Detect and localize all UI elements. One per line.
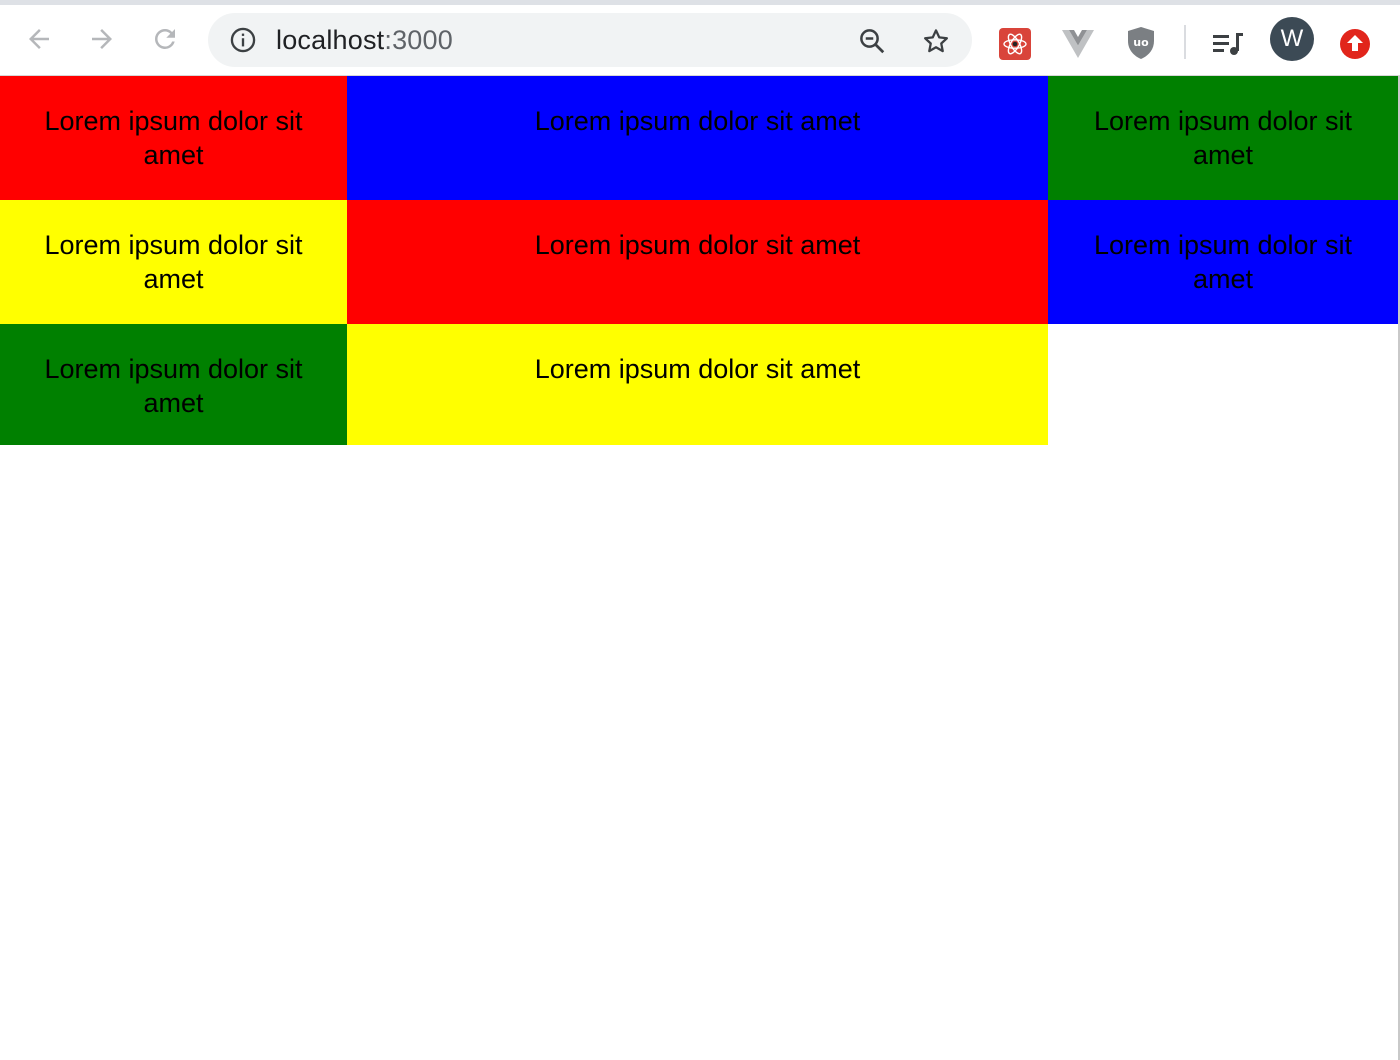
media-playlist-icon[interactable] <box>1210 27 1246 61</box>
cell-text: Lorem ipsum dolor sit amet <box>44 106 303 170</box>
color-grid: Lorem ipsum dolor sit amet Lorem ipsum d… <box>0 76 1398 445</box>
grid-cell: Lorem ipsum dolor sit amet <box>347 200 1048 324</box>
forward-button[interactable] <box>84 21 120 57</box>
url-text[interactable]: localhost:3000 <box>276 13 453 67</box>
react-devtools-icon[interactable] <box>998 27 1032 61</box>
svg-text:uo: uo <box>1133 36 1149 49</box>
url-host: localhost <box>276 25 385 55</box>
grid-cell: Lorem ipsum dolor sit amet <box>0 324 347 445</box>
reload-button[interactable] <box>147 21 183 57</box>
grid-cell: Lorem ipsum dolor sit amet <box>0 200 347 324</box>
star-icon[interactable] <box>920 25 952 57</box>
toolbar-divider <box>1184 25 1186 59</box>
ublock-shield-icon[interactable]: uo <box>1124 25 1158 61</box>
cell-text: Lorem ipsum dolor sit amet <box>534 354 861 384</box>
arrow-right-icon <box>92 29 112 49</box>
profile-avatar[interactable]: W <box>1270 17 1314 61</box>
reload-icon <box>155 29 175 49</box>
browser-toolbar: localhost:3000 uo W <box>0 0 1400 76</box>
grid-cell: Lorem ipsum dolor sit amet <box>1048 200 1398 324</box>
grid-cell: Lorem ipsum dolor sit amet <box>1048 76 1398 200</box>
zoom-out-icon[interactable] <box>856 25 888 57</box>
info-icon[interactable] <box>228 25 258 55</box>
cell-text: Lorem ipsum dolor sit amet <box>534 106 861 136</box>
address-bar[interactable]: localhost:3000 <box>208 13 972 67</box>
vue-devtools-icon[interactable] <box>1061 27 1095 61</box>
update-arrow-icon[interactable] <box>1338 27 1372 61</box>
cell-text: Lorem ipsum dolor sit amet <box>1093 230 1353 294</box>
arrow-left-icon <box>29 29 49 49</box>
cell-text: Lorem ipsum dolor sit amet <box>534 230 861 260</box>
grid-cell: Lorem ipsum dolor sit amet <box>347 76 1048 200</box>
grid-cell: Lorem ipsum dolor sit amet <box>347 324 1048 445</box>
cell-text: Lorem ipsum dolor sit amet <box>44 354 303 418</box>
cell-text: Lorem ipsum dolor sit amet <box>1093 106 1353 170</box>
url-port: :3000 <box>384 25 453 55</box>
page-content: Lorem ipsum dolor sit amet Lorem ipsum d… <box>0 76 1400 1060</box>
grid-cell: Lorem ipsum dolor sit amet <box>0 76 347 200</box>
back-button[interactable] <box>21 21 57 57</box>
cell-text: Lorem ipsum dolor sit amet <box>44 230 303 294</box>
